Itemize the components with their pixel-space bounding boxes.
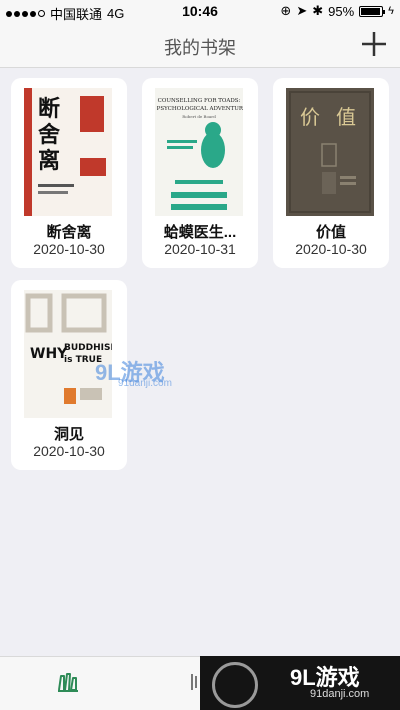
plus-icon [362,32,386,56]
book-card[interactable]: COUNSELLING FOR TOADS: A PSYCHOLOGICAL A… [142,78,258,268]
svg-text:A PSYCHOLOGICAL ADVENTURE: A PSYCHOLOGICAL ADVENTURE [155,106,243,112]
battery-icon [359,5,386,17]
book-date: 2020-10-30 [33,241,105,257]
svg-text:Robert de Board: Robert de Board [182,114,216,119]
book-cover: 价 值 [286,88,374,216]
svg-text:值: 值 [336,105,356,129]
book-title: 价值 [315,224,346,241]
book-cover: COUNSELLING FOR TOADS: A PSYCHOLOGICAL A… [155,88,243,216]
location-icon: ➤ [296,3,308,18]
book-cover: WHY BUDDHISM is TRUE [24,290,112,418]
svg-text:WHY: WHY [30,346,68,362]
book-date: 2020-10-31 [164,241,236,257]
tab-bookshelf[interactable] [20,657,120,710]
app-screen: 中国联通 4G 10:46 ⊕ ➤ ✱ 95% ϟ 我的书架 断 舍 离 断舍离… [0,0,400,710]
watermark-banner: 9L游戏 91danji.com [200,656,400,710]
bookshelf-icon [58,673,78,692]
status-bar: 中国联通 4G 10:46 ⊕ ➤ ✱ 95% ϟ [0,0,400,22]
watermark-url: 91danji.com [310,688,370,700]
watermark-url-overlay: 91danji.com [118,378,172,389]
svg-text:离: 离 [38,148,60,174]
rotation-lock-icon: ⊕ [280,3,292,18]
status-right: ⊕ ➤ ✱ 95% ϟ [280,3,394,19]
book-card[interactable]: 价 值 价值 2020-10-30 [273,78,389,268]
book-title: 断舍离 [46,224,92,241]
svg-text:舍: 舍 [38,122,61,148]
svg-text:价: 价 [300,105,320,129]
bluetooth-icon: ✱ [312,3,324,18]
watermark-circle-icon [212,662,258,708]
book-cover: 断 舍 离 [24,88,112,216]
page-title: 我的书架 [164,38,236,58]
svg-text:COUNSELLING FOR TOADS:: COUNSELLING FOR TOADS: [158,98,241,104]
tab-bar: 9L游戏 91danji.com [0,656,400,710]
svg-text:断: 断 [38,96,60,122]
battery-percent: 95% [328,3,355,19]
book-card[interactable]: 断 舍 离 断舍离 2020-10-30 [11,78,127,268]
book-title: 洞见 [53,426,84,443]
navigation-bar: 我的书架 [0,22,400,68]
battery-fill [361,7,381,15]
svg-text:BUDDHISM: BUDDHISM [64,343,112,353]
book-date: 2020-10-30 [295,241,367,257]
book-date: 2020-10-30 [33,443,105,459]
charging-icon: ϟ [388,5,394,17]
add-book-button[interactable] [358,28,390,60]
book-title: 蛤蟆医生... [163,224,237,241]
